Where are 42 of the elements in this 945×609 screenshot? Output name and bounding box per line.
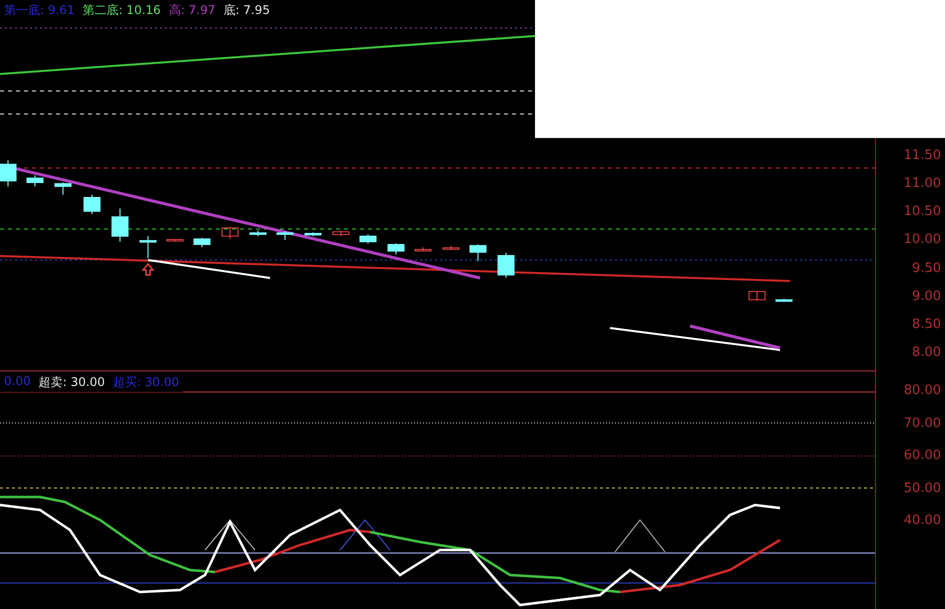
candlestick: [776, 298, 792, 302]
axis-label: 8.50: [912, 316, 941, 332]
candlestick: [304, 232, 322, 237]
legend-item: 超卖: 30.00: [38, 374, 105, 390]
legend-item: 高: 7.97: [168, 2, 216, 18]
legend-item: 0.00: [4, 374, 31, 390]
axis-label: 60.00: [904, 448, 941, 463]
axis-label: 11.00: [904, 176, 941, 192]
candlestick: [0, 160, 16, 187]
axis-label: 9.00: [912, 288, 941, 304]
candlestick: [360, 234, 376, 244]
candlestick: [748, 290, 766, 302]
axis-label: 9.50: [912, 260, 941, 276]
legend-item: 底: 7.95: [223, 2, 270, 18]
candlestick: [54, 182, 72, 196]
candlestick: [84, 194, 100, 215]
candlestick: [276, 230, 294, 241]
candlestick: [112, 208, 128, 242]
candlestick: [414, 246, 432, 252]
axis-label: 70.00: [904, 416, 941, 430]
candlestick: [140, 236, 156, 259]
candlestick: [388, 242, 404, 255]
candlestick: [222, 226, 238, 240]
axis-label: 10.00: [904, 232, 941, 248]
axis-label: 40.00: [904, 513, 941, 528]
axis-label: 11.50: [904, 148, 941, 163]
candlestick: [166, 238, 184, 242]
candlestick: [498, 252, 514, 278]
legend-item: 超买: 30.00: [112, 374, 180, 390]
axis-label: 80.00: [904, 383, 941, 398]
candlestick: [26, 174, 44, 187]
legend-item: 第二底: 10.16: [82, 2, 161, 18]
candlestick: [194, 237, 210, 248]
up-arrow-icon: [141, 262, 155, 276]
candlestick: [250, 230, 266, 237]
axis-label: 10.50: [904, 204, 941, 220]
axis-label: 8.00: [912, 344, 941, 360]
candlestick: [332, 230, 350, 237]
candlestick: [442, 245, 460, 250]
legend-item: 第一底: 9.61: [4, 2, 75, 18]
axis-label: 50.00: [904, 480, 941, 496]
candlestick: [470, 244, 486, 262]
